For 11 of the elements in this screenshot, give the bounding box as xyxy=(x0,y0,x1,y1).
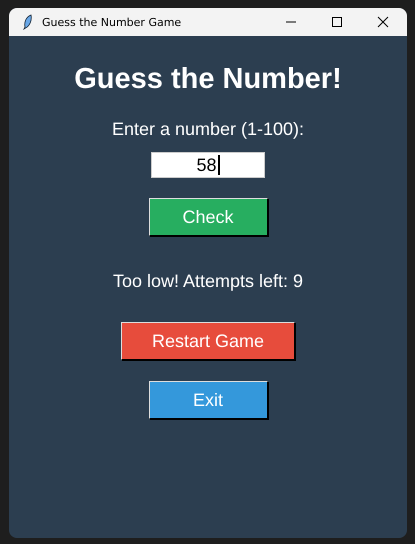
check-button[interactable]: Check xyxy=(148,198,268,236)
prompt-label: Enter a number (1-100): xyxy=(112,119,304,140)
exit-button[interactable]: Exit xyxy=(148,381,268,419)
result-message: Too low! Attempts left: 9 xyxy=(112,271,304,292)
window-title: Guess the Number Game xyxy=(42,16,182,28)
feather-icon xyxy=(23,14,33,30)
maximize-icon[interactable] xyxy=(331,16,343,28)
close-icon[interactable] xyxy=(377,16,389,28)
restart-button[interactable]: Restart Game xyxy=(121,322,295,360)
number-field[interactable]: 58 xyxy=(151,152,265,178)
heading: Guess the Number! xyxy=(74,63,342,96)
